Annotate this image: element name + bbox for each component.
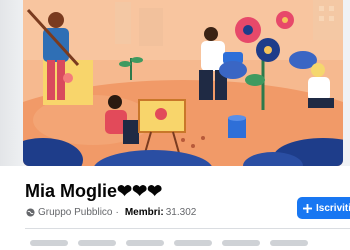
plus-icon: [303, 203, 312, 213]
globe-icon: [26, 208, 35, 217]
tab-placeholder[interactable]: [78, 240, 116, 246]
tab-placeholder[interactable]: [126, 240, 164, 246]
group-title: Mia Moglie❤❤❤: [25, 181, 163, 201]
group-tabs-placeholder: [30, 240, 308, 246]
tab-placeholder[interactable]: [174, 240, 212, 246]
join-button-label: Iscriviti: [316, 202, 350, 214]
tab-placeholder[interactable]: [30, 240, 68, 246]
members-label[interactable]: Membri:: [125, 207, 164, 218]
meta-separator: ·: [115, 207, 119, 218]
cover-illustration: [23, 0, 343, 166]
members-count[interactable]: 31.302: [166, 207, 197, 218]
group-page: Mia Moglie❤❤❤ Gruppo Pubblico · Membri: …: [0, 0, 350, 250]
privacy-label: Gruppo Pubblico: [38, 207, 113, 218]
join-group-button[interactable]: Iscriviti: [297, 197, 350, 219]
divider: [25, 228, 350, 229]
tab-placeholder[interactable]: [222, 240, 260, 246]
group-meta: Gruppo Pubblico · Membri: 31.302: [26, 207, 196, 218]
cover-photo[interactable]: [23, 0, 343, 166]
tab-placeholder[interactable]: [270, 240, 308, 246]
